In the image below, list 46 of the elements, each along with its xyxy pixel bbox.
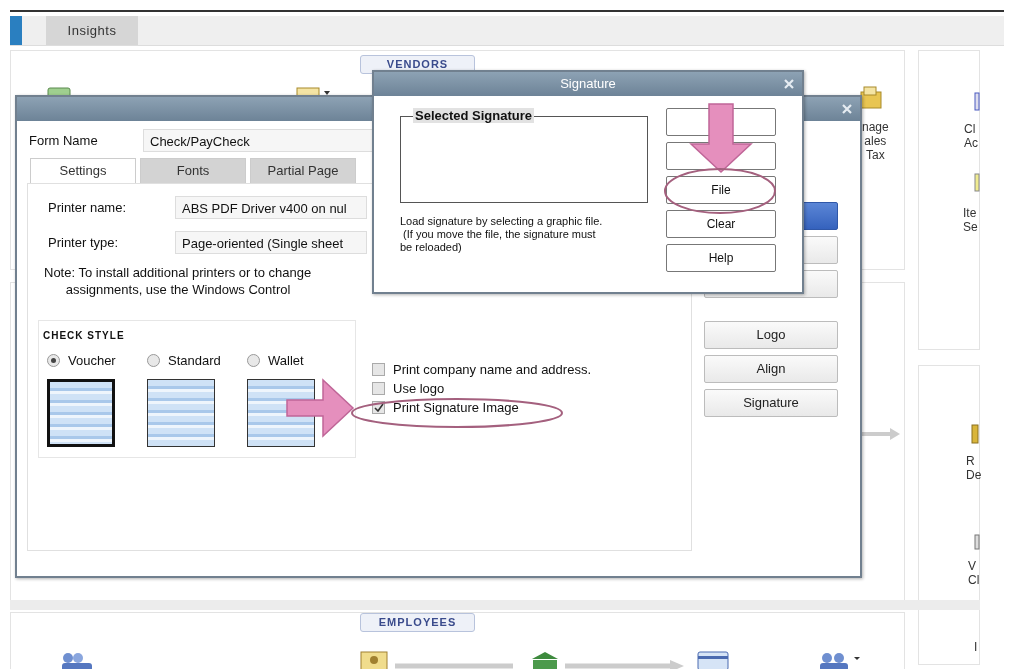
flow-arrow — [862, 428, 902, 441]
radio-option[interactable]: Wallet — [247, 351, 347, 371]
task-label[interactable]: Cl Ac — [964, 122, 978, 150]
insights-tab[interactable]: Insights — [46, 16, 138, 45]
folder-icon[interactable] — [860, 86, 882, 109]
tab[interactable]: Fonts — [140, 158, 246, 183]
dialog-button[interactable]: Help — [666, 244, 776, 272]
radio-option[interactable]: Voucher — [47, 351, 147, 371]
dropdown-field[interactable]: Page-oriented (Single sheet — [175, 231, 367, 254]
checkbox-label[interactable]: Use logo — [393, 378, 445, 399]
people-icon[interactable] — [60, 652, 94, 669]
task-label[interactable]: nage ales Tax — [862, 120, 889, 162]
task-icon[interactable] — [971, 424, 979, 444]
annotation-arrow — [688, 102, 754, 174]
people-icon[interactable] — [818, 652, 862, 669]
checkbox-label[interactable]: Print company name and address. — [393, 359, 591, 380]
checkbox[interactable] — [372, 382, 385, 395]
window-title: Signature — [560, 75, 616, 94]
field-label: Printer type: — [48, 233, 120, 252]
help-text: Load signature by selecting a graphic file. (If you move the file, the signature must be reloaded) — [400, 215, 604, 254]
task-label[interactable]: R De — [966, 454, 982, 482]
check-preview — [147, 378, 215, 447]
task-label[interactable]: V Cl — [968, 559, 980, 587]
checkbox[interactable] — [372, 363, 385, 376]
task-label[interactable]: Ite Se — [963, 206, 978, 234]
note-text: Note: To install additional printers or to change assignments, use the Windows Control — [44, 264, 313, 298]
section-label: EMPLOYEES — [360, 613, 475, 632]
field-label: Form Name — [28, 131, 99, 150]
dialog-button[interactable]: File — [666, 176, 776, 204]
task-label[interactable]: I — [974, 640, 978, 654]
check-preview — [47, 378, 115, 447]
dialog-button[interactable]: Logo — [704, 321, 838, 349]
dialog-button[interactable]: Align — [704, 355, 838, 383]
radio-option[interactable]: Standard — [147, 351, 247, 371]
field-label: Printer name: — [48, 198, 128, 217]
task-icon[interactable] — [974, 534, 980, 550]
dropdown-field[interactable]: ABS PDF Driver v400 on nul — [175, 196, 367, 219]
task-icon[interactable] — [974, 92, 980, 111]
tab[interactable]: Partial Page — [250, 158, 356, 183]
task-icon[interactable] — [974, 173, 980, 192]
id-card-icon[interactable] — [360, 651, 388, 669]
group-title: Selected Signature — [413, 108, 535, 123]
dialog-button[interactable]: Signature — [704, 389, 838, 417]
check-icon[interactable] — [697, 651, 729, 669]
tab[interactable]: Settings — [30, 158, 136, 183]
bank-icon[interactable] — [530, 651, 560, 669]
